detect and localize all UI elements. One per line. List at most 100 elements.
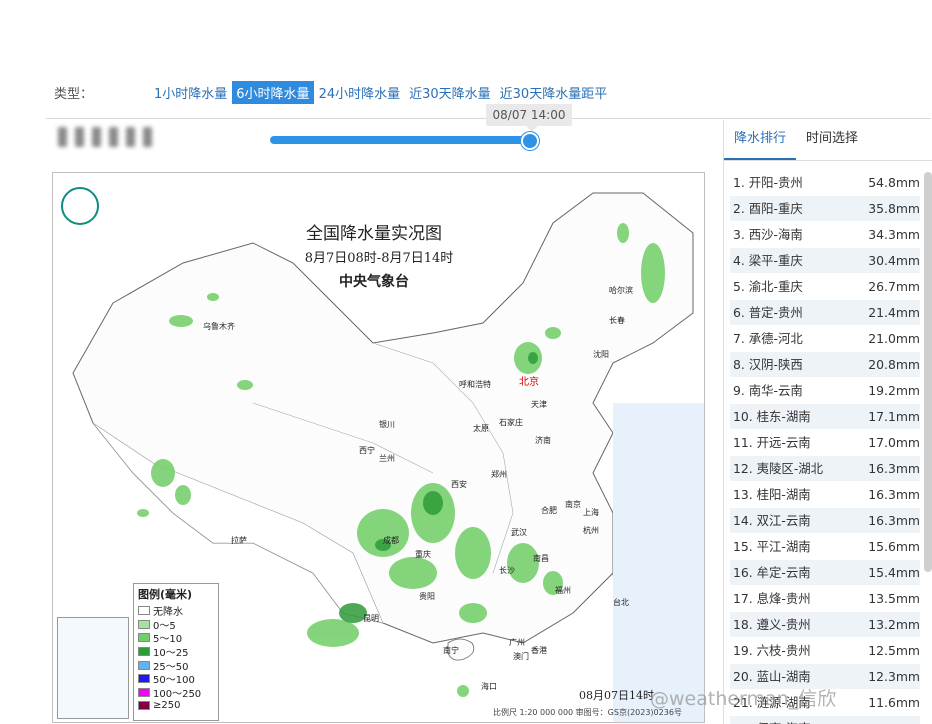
- city-label: 乌鲁木齐: [203, 322, 235, 331]
- precip-value: 12.3mm: [868, 669, 920, 684]
- city-label: 石家庄: [499, 418, 523, 427]
- ranking-panel: 降水排行 时间选择 1. 开阳-贵州 54.8mm 2. 酉阳-重庆 35.8mm 3.…: [723, 120, 932, 724]
- precip-value: 16.3mm: [868, 461, 920, 476]
- station-name: 1. 开阳-贵州: [733, 175, 803, 190]
- precip-value: 13.5mm: [868, 591, 920, 606]
- city-label: 郑州: [491, 470, 507, 479]
- ranking-row[interactable]: 8. 汉阴-陕西 20.8mm: [730, 352, 920, 378]
- ranking-row[interactable]: 4. 梁平-重庆 30.4mm: [730, 248, 920, 274]
- city-label: 杭州: [583, 526, 599, 535]
- precip-value: 15.6mm: [868, 539, 920, 554]
- time-slider-track[interactable]: [270, 136, 532, 144]
- ranking-row[interactable]: 19. 六枝-贵州 12.5mm: [730, 638, 920, 664]
- precip-value: 21.4mm: [868, 305, 920, 320]
- city-label: 兰州: [379, 454, 395, 463]
- city-label: 合肥: [541, 506, 557, 515]
- city-label: 长春: [609, 316, 625, 325]
- ranking-scrollbar[interactable]: [924, 172, 932, 572]
- time-slider-handle[interactable]: [521, 132, 539, 150]
- ranking-row[interactable]: 6. 普定-贵州 21.4mm: [730, 300, 920, 326]
- legend-swatch: [138, 619, 150, 629]
- precip-value: 15.4mm: [868, 565, 920, 580]
- ranking-row[interactable]: 3. 西沙-海南 34.3mm: [730, 222, 920, 248]
- station-name: 13. 桂阳-湖南: [733, 487, 811, 502]
- legend-label: 100～250: [153, 688, 202, 700]
- precip-type-filter: 类型： 1小时降水量 6小时降水量 24小时降水量 近30天降水量 近30天降水…: [54, 80, 612, 104]
- tab-time-select[interactable]: 时间选择: [796, 120, 868, 160]
- legend-title: 图例(毫米): [138, 588, 193, 601]
- city-label-beijing: 北京: [519, 377, 539, 388]
- station-name: 6. 普定-贵州: [733, 305, 803, 320]
- ranking-row[interactable]: 22. 保亭-海南 11.4mm: [730, 716, 920, 724]
- city-label: 澳门: [513, 652, 529, 661]
- station-name: 10. 桂东-湖南: [733, 409, 811, 424]
- precip-value: 20.8mm: [868, 357, 920, 372]
- ranking-tabs: 降水排行 时间选择: [724, 120, 932, 161]
- ranking-row[interactable]: 16. 牟定-云南 15.4mm: [730, 560, 920, 586]
- city-label: 长沙: [499, 566, 515, 575]
- ranking-row[interactable]: 2. 酉阳-重庆 35.8mm: [730, 196, 920, 222]
- city-label: 天津: [531, 400, 547, 409]
- time-tooltip: 08/07 14:00: [486, 104, 572, 132]
- city-label: 沈阳: [593, 350, 609, 359]
- station-name: 8. 汉阴-陕西: [733, 357, 803, 372]
- ranking-row[interactable]: 18. 遵义-贵州 13.2mm: [730, 612, 920, 638]
- city-label: 香港: [531, 646, 547, 655]
- precip-value: 13.2mm: [868, 617, 920, 632]
- precip-value: 54.8mm: [868, 175, 920, 190]
- city-label: 太原: [473, 424, 489, 433]
- map-title: 全国降水量实况图: [306, 224, 442, 244]
- ranking-row[interactable]: 5. 渝北-重庆 26.7mm: [730, 274, 920, 300]
- tab-24h-precip[interactable]: 24小时降水量: [315, 81, 405, 104]
- legend-row: 10～25: [134, 645, 218, 659]
- station-name: 9. 南华-云南: [733, 383, 803, 398]
- precip-value: 30.4mm: [868, 253, 920, 268]
- tab-precip-ranking[interactable]: 降水排行: [724, 120, 797, 160]
- precip-value: 16.3mm: [868, 513, 920, 528]
- precip-value: 16.3mm: [868, 487, 920, 502]
- city-label: 贵阳: [419, 592, 435, 601]
- tab-6h-precip[interactable]: 6小时降水量: [232, 80, 314, 104]
- ranking-row[interactable]: 12. 夷陵区-湖北 16.3mm: [730, 456, 920, 482]
- tab-30d-precip[interactable]: 近30天降水量: [405, 81, 495, 104]
- station-name: 14. 双江-云南: [733, 513, 811, 528]
- ranking-row[interactable]: 9. 南华-云南 19.2mm: [730, 378, 920, 404]
- legend-swatch: [138, 660, 150, 670]
- map-timestamp: 08月07日14时: [579, 689, 654, 702]
- precip-value: 17.0mm: [868, 435, 920, 450]
- city-label: 广州: [509, 638, 525, 647]
- ranking-row[interactable]: 13. 桂阳-湖南 16.3mm: [730, 482, 920, 508]
- ranking-row[interactable]: 14. 双江-云南 16.3mm: [730, 508, 920, 534]
- city-label: 呼和浩特: [459, 380, 491, 389]
- precip-value: 34.3mm: [868, 227, 920, 242]
- legend-swatch: [138, 647, 150, 657]
- legend-row: 25～50: [134, 658, 218, 673]
- legend-swatch: [138, 606, 150, 616]
- ranking-row[interactable]: 1. 开阳-贵州 54.8mm: [730, 170, 920, 196]
- legend-row: 100～250: [134, 686, 218, 700]
- south-china-sea-inset: [57, 617, 129, 719]
- ranking-row[interactable]: 15. 平江-湖南 15.6mm: [730, 534, 920, 560]
- ranking-row[interactable]: 17. 息烽-贵州 13.5mm: [730, 586, 920, 612]
- city-label: 海口: [481, 682, 497, 691]
- ranking-row[interactable]: 10. 桂东-湖南 17.1mm: [730, 404, 920, 430]
- station-name: 7. 承德-河北: [733, 331, 803, 346]
- legend-label: ≥250: [153, 700, 181, 712]
- ranking-row[interactable]: 7. 承德-河北 21.0mm: [730, 326, 920, 352]
- city-label: 南宁: [443, 646, 459, 655]
- blurred-controls: [58, 126, 204, 148]
- city-label: 成都: [383, 536, 399, 545]
- city-label: 银川: [379, 420, 395, 429]
- station-name: 11. 开远-云南: [733, 435, 811, 450]
- station-name: 18. 遵义-贵州: [733, 617, 811, 632]
- city-label: 重庆: [415, 550, 431, 559]
- tab-30d-anomaly[interactable]: 近30天降水量距平: [496, 81, 612, 104]
- precip-map: 全国降水量实况图 8月7日08时-8月7日14时 中央气象台 乌鲁木齐 哈尔滨 …: [52, 172, 705, 723]
- station-name: 2. 酉阳-重庆: [733, 201, 803, 216]
- city-label: 昆明: [363, 614, 379, 623]
- ranking-list: 1. 开阳-贵州 54.8mm 2. 酉阳-重庆 35.8mm 3. 西沙-海南 34.3…: [730, 170, 920, 724]
- tab-1h-precip[interactable]: 1小时降水量: [150, 81, 231, 104]
- city-label: 济南: [535, 436, 551, 445]
- ranking-row[interactable]: 11. 开远-云南 17.0mm: [730, 430, 920, 456]
- station-name: 3. 西沙-海南: [733, 227, 803, 242]
